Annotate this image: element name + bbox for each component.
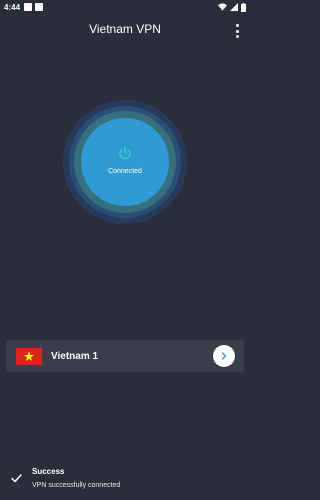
notification-square-icon xyxy=(35,3,44,11)
check-icon xyxy=(11,474,22,483)
server-name: Vietnam 1 xyxy=(51,350,99,362)
connect-button-area: Connected xyxy=(63,100,187,224)
signal-icon xyxy=(230,3,238,11)
notification-square-icon xyxy=(24,3,33,11)
server-selector[interactable]: Vietnam 1 xyxy=(6,340,244,372)
app-bar: Vietnam VPN xyxy=(0,14,250,44)
power-icon xyxy=(119,146,131,160)
app-title: Vietnam VPN xyxy=(89,22,161,36)
success-snackbar: Success VPN successfully connected xyxy=(0,462,250,500)
status-time: 4:44 xyxy=(4,2,21,12)
more-vert-icon[interactable] xyxy=(234,24,240,38)
vietnam-flag xyxy=(16,347,42,365)
wifi-icon xyxy=(218,3,227,11)
battery-icon xyxy=(241,2,246,12)
status-bar: 4:44 xyxy=(0,0,250,14)
status-icons xyxy=(218,2,246,12)
server-select-button[interactable] xyxy=(213,345,235,367)
connection-status: Connected xyxy=(108,168,142,175)
snackbar-title: Success xyxy=(32,467,65,476)
chevron-right-icon xyxy=(221,352,227,360)
connect-button[interactable]: Connected xyxy=(81,118,169,206)
snackbar-message: VPN successfully connected xyxy=(32,482,121,489)
